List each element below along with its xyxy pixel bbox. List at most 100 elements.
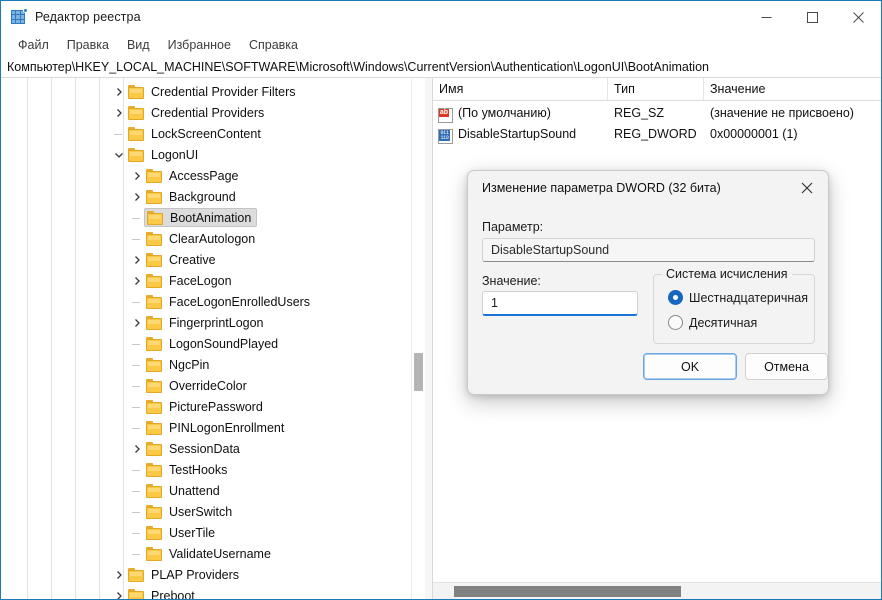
tree-scrollbar-thumb[interactable] [414, 353, 423, 391]
tree-item-bootanimation[interactable]: BootAnimation [129, 207, 257, 228]
tree-item-creative[interactable]: Creative [129, 249, 216, 270]
tree-item-userswitch[interactable]: UserSwitch [129, 501, 232, 522]
tree-item-lockscreencontent[interactable]: LockScreenContent [111, 123, 261, 144]
tree-item-accesspage[interactable]: AccessPage [129, 165, 238, 186]
chevron-right-icon[interactable] [111, 105, 127, 121]
base-groupbox-label: Система исчисления [662, 267, 792, 281]
tree-item-plap-providers[interactable]: PLAP Providers [111, 564, 239, 585]
table-row[interactable]: 011110 DisableStartupSound REG_DWORD 0x0… [433, 123, 881, 144]
tree-leaf-connector [129, 483, 145, 499]
tree-item-pinlogonenrollment[interactable]: PINLogonEnrollment [129, 417, 284, 438]
column-header-name[interactable]: Имя [433, 78, 608, 100]
regedit-icon [11, 9, 27, 25]
tree-item-preboot[interactable]: Preboot [111, 585, 195, 599]
address-bar[interactable]: Компьютер\HKEY_LOCAL_MACHINE\SOFTWARE\Mi… [1, 57, 881, 78]
parameter-name-field[interactable]: DisableStartupSound [482, 238, 815, 262]
tree-item-overridecolor[interactable]: OverrideColor [129, 375, 247, 396]
chevron-right-icon[interactable] [129, 273, 145, 289]
folder-icon [146, 295, 163, 309]
base-groupbox: Система исчисления Шестнадцатеричная Дес… [653, 274, 815, 344]
chevron-down-icon[interactable] [111, 147, 127, 163]
folder-icon [146, 400, 163, 414]
tree-item-label: LogonSoundPlayed [169, 337, 278, 351]
chevron-right-icon[interactable] [111, 588, 127, 600]
column-header-type[interactable]: Тип [608, 78, 704, 100]
pane-splitter[interactable] [425, 78, 433, 599]
tree-item-ngcpin[interactable]: NgcPin [129, 354, 209, 375]
menu-item-edit[interactable]: Правка [58, 36, 118, 54]
tree-leaf-connector [129, 231, 145, 247]
menu-item-help[interactable]: Справка [240, 36, 307, 54]
ok-button[interactable]: OK [643, 353, 737, 380]
tree-item-credential-providers[interactable]: Credential Providers [111, 102, 264, 123]
tree-item-unattend[interactable]: Unattend [129, 480, 220, 501]
chevron-right-icon[interactable] [111, 84, 127, 100]
menu-item-file[interactable]: Файл [9, 36, 58, 54]
menu-item-view[interactable]: Вид [118, 36, 159, 54]
tree-item-label: Background [169, 190, 236, 204]
menu-item-favorites[interactable]: Избранное [159, 36, 240, 54]
values-horizontal-scrollbar[interactable] [433, 582, 881, 599]
tree-item-testhooks[interactable]: TestHooks [129, 459, 227, 480]
tree-item-label: ClearAutologon [169, 232, 255, 246]
tree-item-label: FaceLogon [169, 274, 232, 288]
tree-leaf-connector [129, 399, 145, 415]
tree-item-usertile[interactable]: UserTile [129, 522, 215, 543]
chevron-right-icon[interactable] [129, 315, 145, 331]
folder-icon [146, 484, 163, 498]
tree-item-label: LockScreenContent [151, 127, 261, 141]
tree-item-credential-provider-filters[interactable]: Credential Provider Filters [111, 81, 296, 102]
value-data-input[interactable]: 1 [482, 291, 638, 316]
tree-item-logonui[interactable]: LogonUI [111, 144, 198, 165]
address-path: Компьютер\HKEY_LOCAL_MACHINE\SOFTWARE\Mi… [1, 60, 709, 74]
tree-item-facelogon[interactable]: FaceLogon [129, 270, 232, 291]
tree-item-validateusername[interactable]: ValidateUsername [129, 543, 271, 564]
tree-leaf-connector [129, 525, 145, 541]
dialog-close-icon[interactable] [786, 171, 828, 204]
tree-item-label: Creative [169, 253, 216, 267]
window-title: Редактор реестра [35, 10, 141, 24]
radio-hexadecimal[interactable]: Шестнадцатеричная [668, 290, 808, 305]
column-header-value[interactable]: Значение [704, 78, 881, 100]
tree-item-label: UserSwitch [169, 505, 232, 519]
chevron-right-icon[interactable] [129, 189, 145, 205]
tree-item-label: FingerprintLogon [169, 316, 264, 330]
minimize-button[interactable] [743, 1, 789, 33]
tree-item-fingerprintlogon[interactable]: FingerprintLogon [129, 312, 264, 333]
chevron-right-icon[interactable] [111, 567, 127, 583]
tree-leaf-connector [129, 546, 145, 562]
folder-icon [146, 547, 163, 561]
folder-icon [128, 589, 145, 600]
maximize-button[interactable] [789, 1, 835, 33]
tree-item-background[interactable]: Background [129, 186, 236, 207]
chevron-right-icon[interactable] [129, 168, 145, 184]
folder-icon [146, 232, 163, 246]
radio-decimal[interactable]: Десятичная [668, 315, 757, 330]
registry-tree[interactable]: Credential Provider FiltersCredential Pr… [1, 78, 411, 599]
window-controls [743, 1, 881, 33]
chevron-right-icon[interactable] [129, 441, 145, 457]
chevron-right-icon[interactable] [129, 252, 145, 268]
folder-icon [146, 442, 163, 456]
value-data: (значение не присвоено) [710, 106, 854, 120]
tree-item-facelogonenrolledusers[interactable]: FaceLogonEnrolledUsers [129, 291, 310, 312]
values-scrollbar-thumb[interactable] [454, 586, 681, 597]
tree-item-label: LogonUI [151, 148, 198, 162]
tree-item-picturepassword[interactable]: PicturePassword [129, 396, 263, 417]
folder-icon [146, 274, 163, 288]
tree-leaf-connector [129, 420, 145, 436]
table-row[interactable]: ab (По умолчанию) REG_SZ (значение не пр… [433, 102, 881, 123]
dialog-title-bar: Изменение параметра DWORD (32 бита) [468, 171, 828, 205]
tree-item-logonsoundplayed[interactable]: LogonSoundPlayed [129, 333, 278, 354]
folder-icon [146, 316, 163, 330]
tree-leaf-connector [129, 378, 145, 394]
tree-item-sessiondata[interactable]: SessionData [129, 438, 240, 459]
tree-item-label: Unattend [169, 484, 220, 498]
tree-item-clearautologon[interactable]: ClearAutologon [129, 228, 255, 249]
tree-vertical-scrollbar[interactable] [411, 78, 425, 599]
tree-item-label: ValidateUsername [169, 547, 271, 561]
cancel-button[interactable]: Отмена [745, 353, 828, 380]
values-column-headers: Имя Тип Значение [433, 78, 881, 101]
tree-item-label: BootAnimation [170, 211, 251, 225]
close-button[interactable] [835, 1, 881, 33]
